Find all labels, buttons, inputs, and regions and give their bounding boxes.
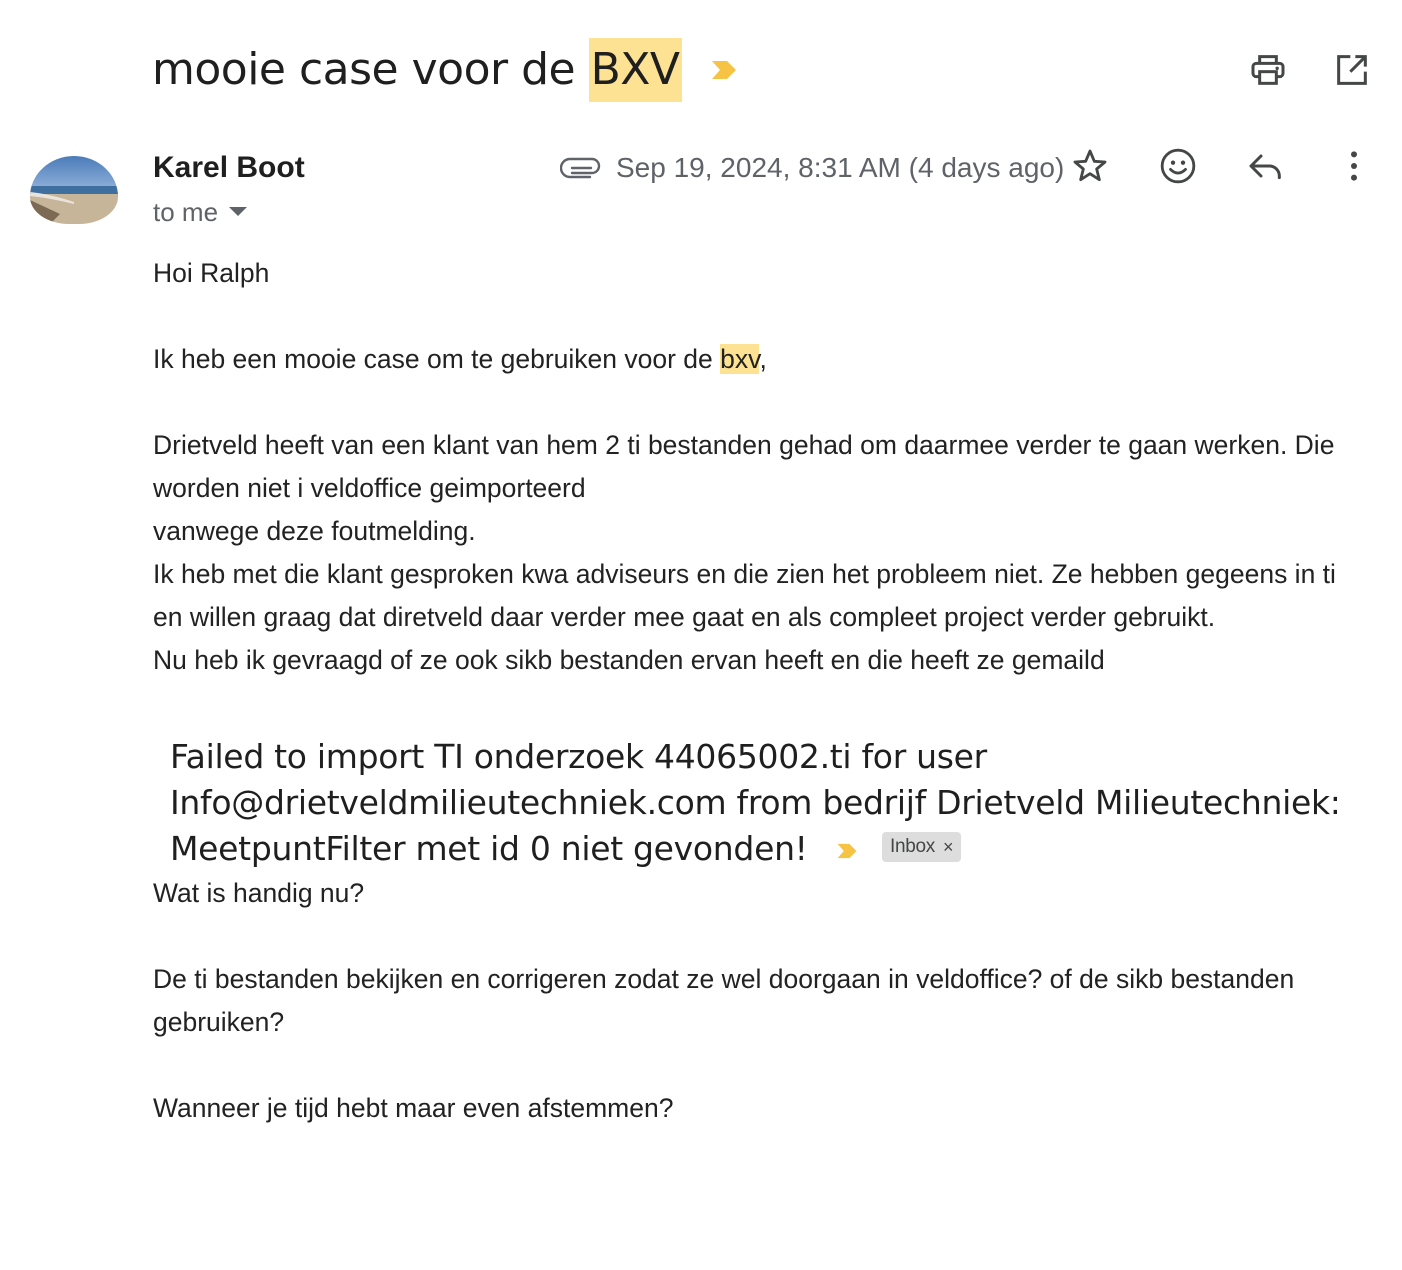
quoted-error-subject: Failed to import TI onderzoek 44065002.t…	[170, 734, 1368, 872]
importance-marker-icon[interactable]	[710, 59, 738, 81]
body-paragraph-2-line-2: vanwege deze foutmelding.	[153, 516, 476, 546]
add-reaction-button[interactable]	[1158, 146, 1198, 186]
body-closing: Wanneer je tijd hebt maar even afstemmen…	[153, 1093, 674, 1123]
more-options-button[interactable]	[1334, 146, 1374, 186]
thread-actions	[1248, 50, 1372, 90]
inbox-label-chip[interactable]: Inbox ×	[882, 831, 962, 862]
message-actions	[1070, 146, 1374, 186]
print-icon	[1251, 55, 1285, 85]
importance-marker-icon[interactable]	[836, 842, 858, 860]
body-question: Wat is handig nu?	[153, 878, 365, 908]
body-paragraph-2-line-4: Nu heb ik gevraagd of ze ook sikb bestan…	[153, 645, 1105, 675]
sender-avatar[interactable]	[30, 156, 118, 224]
emoji-reaction-icon	[1160, 148, 1196, 184]
open-in-new-window-button[interactable]	[1332, 50, 1372, 90]
caret-down-icon	[229, 207, 248, 216]
paperclip-icon	[560, 157, 601, 179]
inbox-label-text: Inbox	[890, 835, 936, 857]
more-vertical-icon	[1351, 151, 1357, 181]
reply-icon	[1249, 154, 1281, 180]
print-button[interactable]	[1248, 50, 1288, 90]
sender-name[interactable]: Karel Boot	[153, 148, 305, 188]
subject-text: mooie case voor de	[152, 44, 589, 95]
close-icon[interactable]: ×	[943, 824, 954, 870]
greeting: Hoi Ralph	[153, 258, 270, 288]
body-paragraph-2-line-3: Ik heb met die klant gesproken kwa advis…	[153, 559, 1336, 632]
star-icon	[1073, 149, 1107, 182]
message-body: Hoi Ralph Ik heb een mooie case om te ge…	[153, 252, 1368, 1130]
body-search-highlight: bxv	[720, 344, 760, 374]
recipients-label: to me	[153, 197, 219, 227]
message-meta: Sep 19, 2024, 8:31 AM (4 days ago)	[560, 146, 1064, 190]
star-button[interactable]	[1070, 146, 1110, 186]
open-in-new-window-icon	[1337, 55, 1367, 85]
email-subject: mooie case voor de BXV	[152, 38, 738, 102]
reply-button[interactable]	[1246, 146, 1286, 186]
quoted-error-text: Failed to import TI onderzoek 44065002.t…	[170, 737, 1341, 868]
recipients-toggle[interactable]: to me	[153, 194, 248, 230]
body-paragraph-2-line-1: Drietveld heeft van een klant van hem 2 …	[153, 430, 1335, 503]
subject-search-highlight: BXV	[588, 38, 682, 102]
message-date: Sep 19, 2024, 8:31 AM (4 days ago)	[616, 152, 1065, 183]
avatar-photo	[30, 156, 118, 224]
body-paragraph-1: Ik heb een mooie case om te gebruiken vo…	[153, 338, 1368, 381]
body-options: De ti bestanden bekijken en corrigeren z…	[153, 964, 1295, 1037]
body-text: Ik heb een mooie case om te gebruiken vo…	[153, 344, 721, 374]
body-text: ,	[759, 344, 767, 374]
